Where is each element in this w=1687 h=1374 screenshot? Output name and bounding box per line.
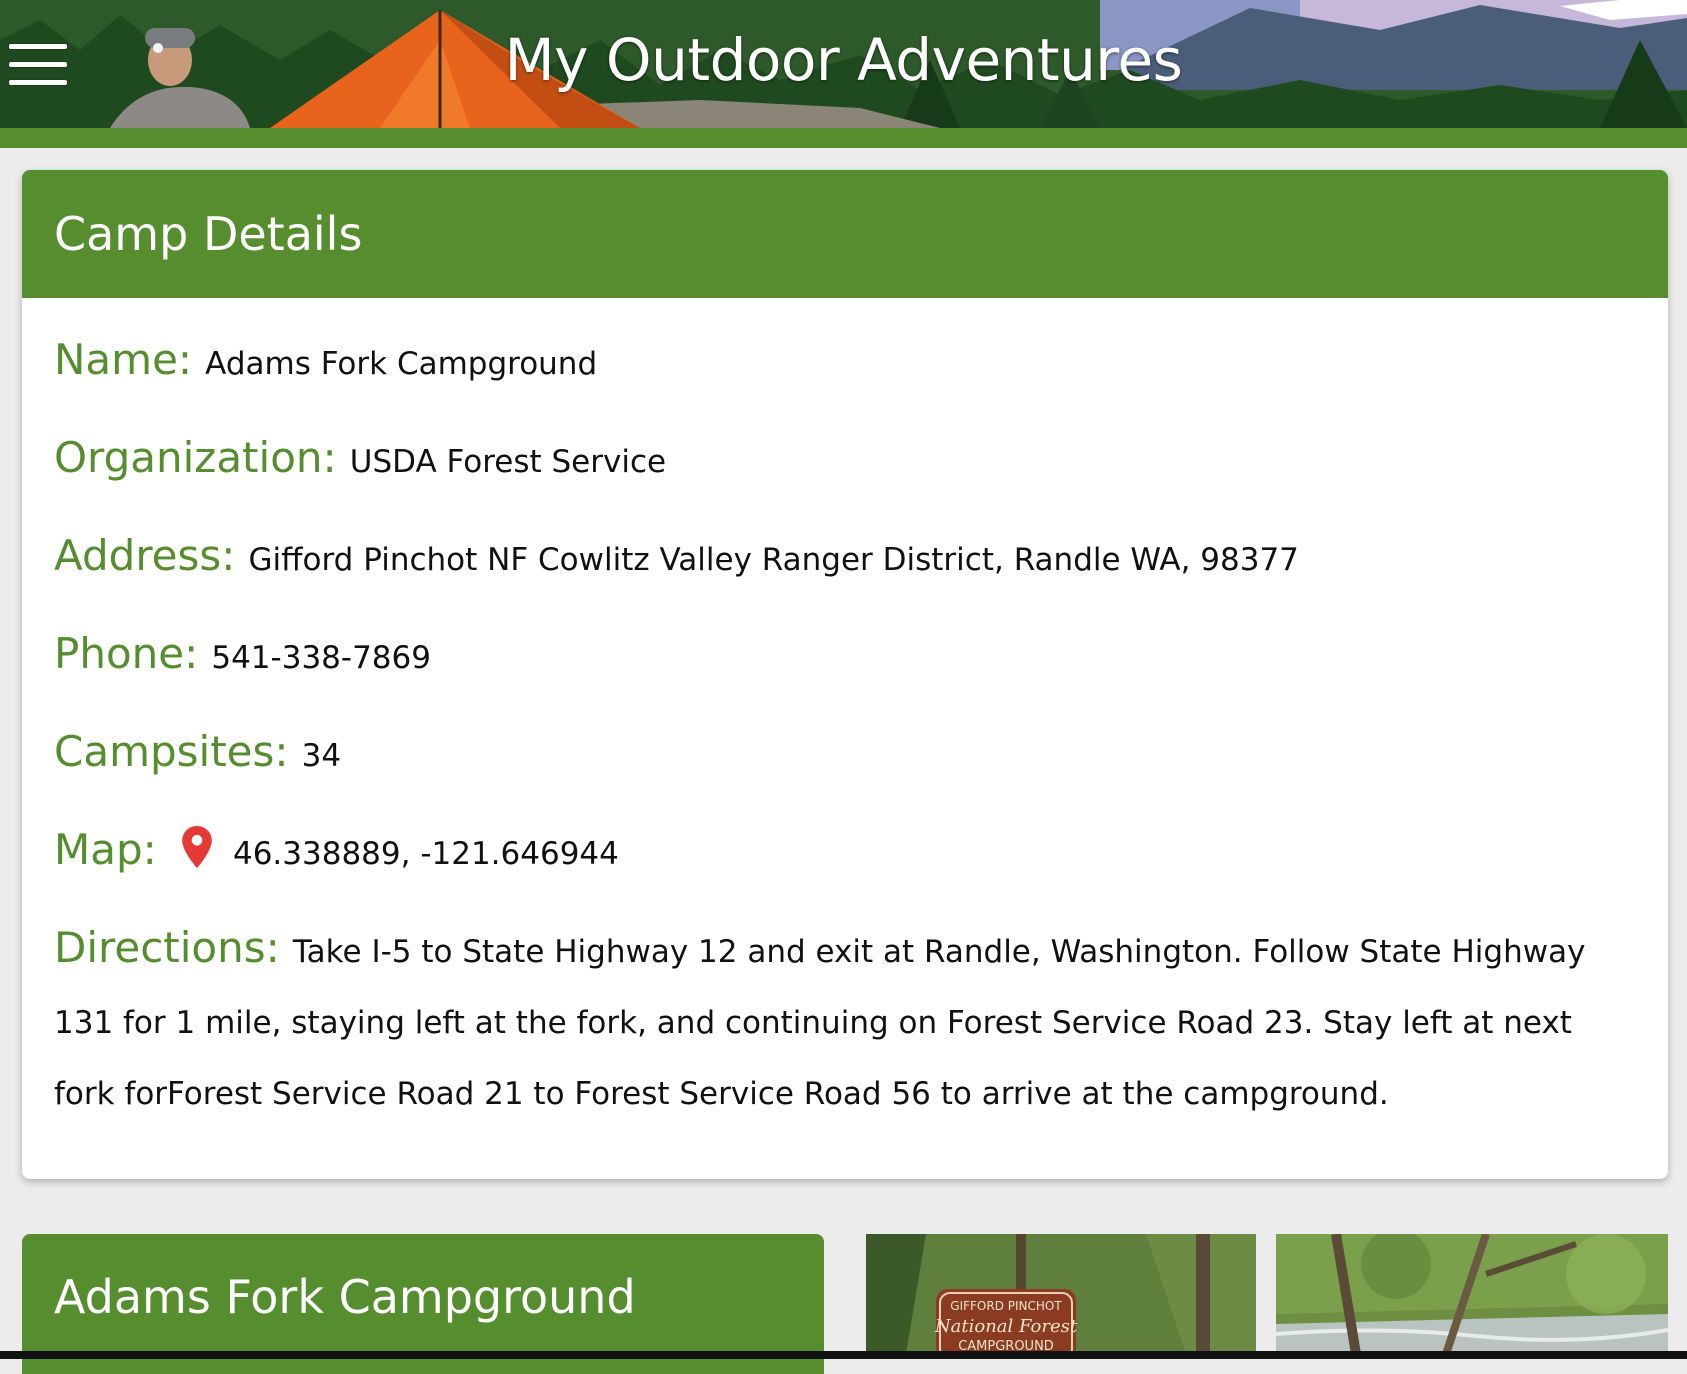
organization-label: Organization: [54,433,337,482]
map-row: Map: 46.338889, -121.646944 [54,817,1636,896]
header-accent-stripe [0,128,1687,148]
map-pin-icon[interactable] [182,826,212,896]
campground-sign-photo[interactable]: GIFFORD PINCHOT National Forest CAMPGROU… [866,1234,1256,1354]
map-label: Map: [54,825,157,874]
bottom-edge-bar [0,1351,1687,1359]
organization-row: Organization: USDA Forest Service [54,425,1636,500]
address-label: Address: [54,531,236,580]
campground-title: Adams Fork Campground [54,1270,636,1324]
camp-details-heading: Camp Details [22,170,1668,298]
header-banner: My Outdoor Adventures [0,0,1687,128]
river-forest-photo[interactable] [1276,1234,1668,1354]
address-value: Gifford Pinchot NF Cowlitz Valley Ranger… [248,542,1299,578]
phone-value[interactable]: 541-338-7869 [211,640,431,676]
camp-details-card: Camp Details Name: Adams Fork Campground… [22,170,1668,1179]
phone-row: Phone: 541-338-7869 [54,621,1636,696]
sign-line-2: National Forest [934,1316,1078,1337]
directions-label: Directions: [54,923,280,972]
directions-value: Take I-5 to State Highway 12 and exit at… [54,934,1586,1112]
address-row: Address: Gifford Pinchot NF Cowlitz Vall… [54,523,1636,598]
site-title: My Outdoor Adventures [504,26,1183,94]
campsites-value: 34 [301,738,342,774]
name-row: Name: Adams Fork Campground [54,327,1636,402]
organization-value: USDA Forest Service [349,444,667,480]
phone-label: Phone: [54,629,199,678]
campsites-label: Campsites: [54,727,289,776]
name-value: Adams Fork Campground [205,346,598,382]
sign-line-1: GIFFORD PINCHOT [950,1299,1062,1313]
directions-row: Directions: Take I-5 to State Highway 12… [54,915,1636,1132]
map-coordinates-link[interactable]: 46.338889, -121.646944 [233,836,619,872]
campsites-row: Campsites: 34 [54,719,1636,794]
name-label: Name: [54,335,193,384]
